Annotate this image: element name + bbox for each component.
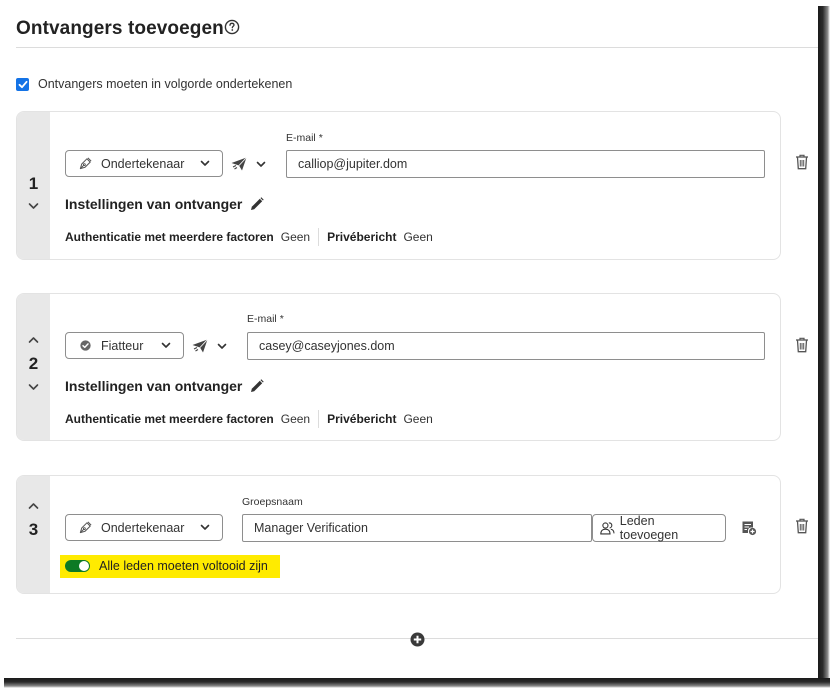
recipient-index: 1 xyxy=(28,174,39,193)
chevron-down-icon xyxy=(200,524,210,530)
move-down-chevron-icon[interactable] xyxy=(28,383,39,391)
recipient-settings-summary: Authenticatie met meerdere factoren Geen… xyxy=(65,228,433,246)
role-dropdown[interactable]: Fiatteur xyxy=(65,332,184,359)
recipient-index: 2 xyxy=(28,354,39,373)
recipient-settings-title: Instellingen van ontvanger xyxy=(65,196,243,212)
delete-recipient-trash-icon[interactable] xyxy=(795,518,809,534)
private-message-value: Geen xyxy=(403,230,433,244)
recipient-settings-summary: Authenticatie met meerdere factoren Geen… xyxy=(65,410,433,428)
delivery-method-dropdown[interactable] xyxy=(192,339,227,353)
role-dropdown[interactable]: Ondertekenaar xyxy=(65,150,223,177)
pen-nib-icon xyxy=(79,157,92,170)
group-name-input[interactable]: Manager Verification xyxy=(242,514,592,542)
required-mark: * xyxy=(279,313,284,325)
delete-recipient-trash-icon[interactable] xyxy=(795,337,809,353)
paper-plane-icon xyxy=(231,157,247,171)
edit-pencil-icon[interactable] xyxy=(250,197,264,211)
recipient-settings-title: Instellingen van ontvanger xyxy=(65,378,243,394)
sequential-order-checkbox[interactable] xyxy=(16,78,29,91)
pen-nib-icon xyxy=(79,521,92,534)
add-members-button[interactable]: Leden toevoegen xyxy=(592,514,726,542)
add-from-template-icon[interactable] xyxy=(741,520,757,536)
email-input[interactable]: calliop@jupiter.dom xyxy=(286,150,765,178)
all-members-required-toggle[interactable] xyxy=(65,560,90,572)
window-shadow xyxy=(4,678,830,688)
private-message-label: Privébericht xyxy=(327,230,397,244)
users-icon xyxy=(600,522,615,535)
chevron-down-icon xyxy=(200,160,210,166)
paper-plane-icon xyxy=(192,339,208,353)
add-members-label: Leden toevoegen xyxy=(619,514,679,542)
sequential-order-label: Ontvangers moeten in volgorde onderteken… xyxy=(38,77,293,91)
recipient-order-rail: 1 xyxy=(17,112,50,259)
private-message-value: Geen xyxy=(403,412,433,426)
move-down-chevron-icon[interactable] xyxy=(28,202,39,210)
help-circle-icon[interactable] xyxy=(224,19,240,35)
required-mark: * xyxy=(318,132,323,144)
edit-pencil-icon[interactable] xyxy=(250,379,264,393)
delivery-method-dropdown[interactable] xyxy=(231,157,266,171)
role-dropdown[interactable]: Ondertekenaar xyxy=(65,514,223,541)
mfa-value: Geen xyxy=(280,412,311,426)
group-name-label: Groepsnaam xyxy=(242,496,303,508)
mfa-value: Geen xyxy=(280,230,311,244)
add-recipients-panel: Ontvangers toevoegen Ontvangers moeten i… xyxy=(0,0,818,678)
all-members-required-label: Alle leden moeten voltooid zijn xyxy=(99,559,268,573)
recipient-group-card: 3 Ondertekenaar Groepsnaam Manager Verif… xyxy=(16,475,781,594)
role-label: Ondertekenaar xyxy=(101,520,185,535)
role-label: Ondertekenaar xyxy=(101,156,185,171)
delete-recipient-trash-icon[interactable] xyxy=(795,154,809,170)
recipient-card: 2 Fiatteur E-mail * casey@caseyjones.dom… xyxy=(16,293,781,441)
recipient-order-rail: 2 xyxy=(17,294,50,440)
move-up-chevron-icon[interactable] xyxy=(28,502,39,510)
private-message-label: Privébericht xyxy=(327,412,397,426)
email-label: E-mail * xyxy=(247,313,284,325)
chevron-down-icon xyxy=(217,343,227,349)
email-label: E-mail * xyxy=(286,132,323,144)
plus-circle-icon[interactable] xyxy=(410,632,425,647)
page-title: Ontvangers toevoegen xyxy=(16,18,224,39)
mfa-label: Authenticatie met meerdere factoren xyxy=(65,412,274,426)
email-input[interactable]: casey@caseyjones.dom xyxy=(247,332,765,360)
move-up-chevron-icon[interactable] xyxy=(28,336,39,344)
divider xyxy=(318,228,320,246)
toggle-knob xyxy=(79,561,89,571)
check-circle-icon xyxy=(80,340,91,351)
recipient-order-rail: 3 xyxy=(17,476,50,593)
title-divider xyxy=(16,47,818,48)
mfa-label: Authenticatie met meerdere factoren xyxy=(65,230,274,244)
role-label: Fiatteur xyxy=(101,338,144,353)
recipient-card: 1 Ondertekenaar E-mail * calliop@jupiter… xyxy=(16,111,781,260)
window-shadow xyxy=(818,6,830,688)
chevron-down-icon xyxy=(256,161,266,167)
chevron-down-icon xyxy=(161,342,171,348)
divider xyxy=(318,410,320,428)
checkmark-icon xyxy=(18,80,27,89)
recipient-index: 3 xyxy=(28,520,39,539)
